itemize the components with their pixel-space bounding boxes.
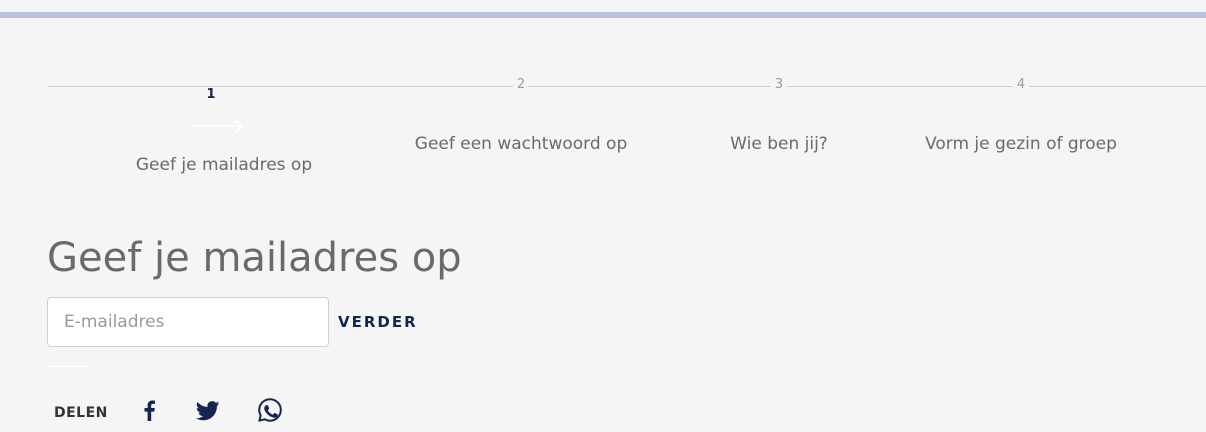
whatsapp-icon[interactable] [257,397,283,423]
facebook-icon[interactable] [142,399,156,421]
step-3-number: 3 [770,77,788,93]
step-4-label[interactable]: Vorm je gezin of groep [925,134,1117,154]
step-4-number: 4 [1012,77,1030,93]
top-accent-bar [0,12,1206,18]
arrow-right-icon [190,119,244,133]
step-1-number: 1 [202,87,220,103]
step-2-number: 2 [512,77,530,93]
step-3-label[interactable]: Wie ben jij? [730,134,828,154]
share-label: DELEN [54,405,108,421]
page-title: Geef je mailadres op [47,235,462,281]
step-2-label[interactable]: Geef een wachtwoord op [415,134,627,154]
step-1-label[interactable]: Geef je mailadres op [136,155,312,175]
twitter-icon[interactable] [196,401,220,421]
email-field[interactable] [47,297,329,347]
step-progress-line [48,86,1206,87]
verder-button[interactable]: VERDER [338,312,418,332]
divider [47,366,91,367]
